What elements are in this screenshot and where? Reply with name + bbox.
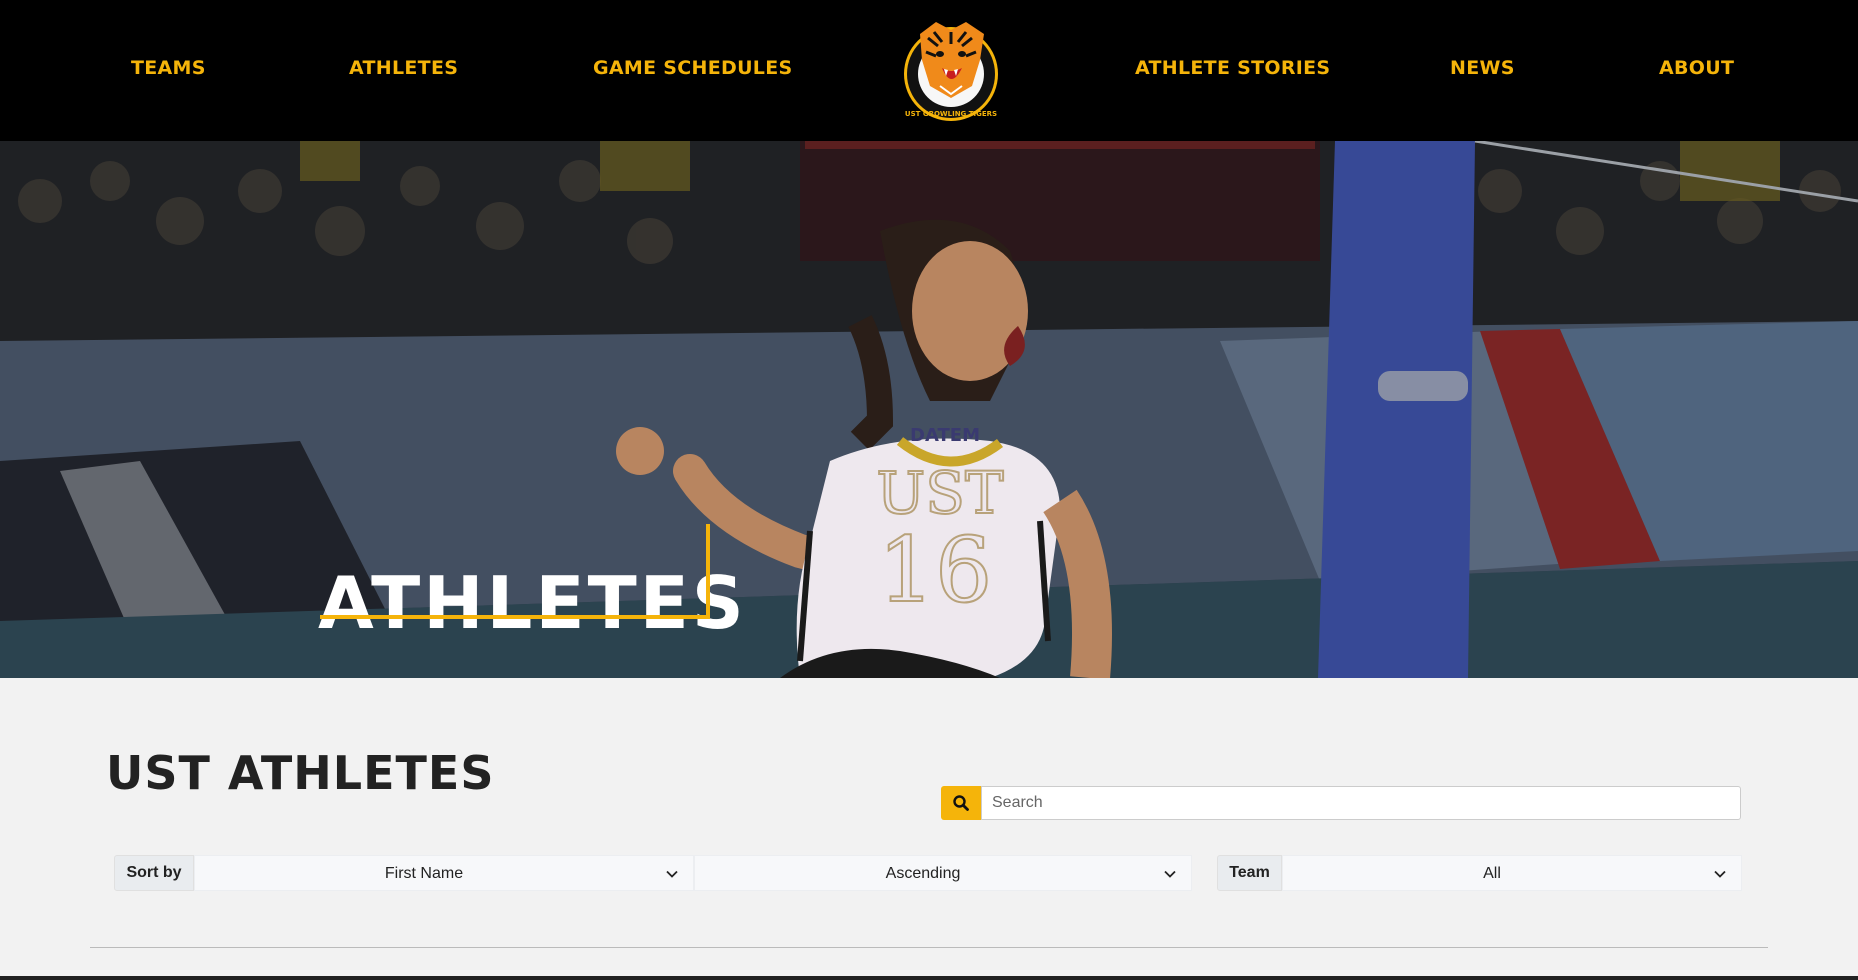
nav-link-teams[interactable]: TEAMS	[131, 57, 206, 79]
sort-field-select[interactable]: First Name	[194, 855, 694, 891]
team-label: Team	[1217, 855, 1282, 891]
sort-by-label: Sort by	[114, 855, 194, 891]
search-icon	[953, 795, 969, 811]
hero-title: ATHLETES	[318, 561, 747, 646]
search-button[interactable]	[941, 786, 981, 820]
chevron-down-icon	[1164, 870, 1176, 878]
nav-link-athletes[interactable]: ATHLETES	[349, 57, 458, 79]
team-select[interactable]: All	[1282, 855, 1742, 891]
hero-title-accent-bar	[706, 524, 710, 619]
sort-field-value: First Name	[384, 865, 464, 882]
tiger-logo-icon[interactable]: UST GROWLING TIGERS	[900, 16, 1002, 124]
jersey-sponsor: DATEM	[910, 425, 980, 446]
nav-link-athlete-stories[interactable]: ATHLETE STORIES	[1135, 57, 1330, 79]
team-value: All	[1483, 865, 1501, 882]
chevron-down-icon	[666, 870, 678, 878]
nav-link-news[interactable]: NEWS	[1450, 57, 1515, 79]
section-title: UST ATHLETES	[106, 746, 495, 801]
jersey-letters: UST	[876, 459, 1004, 527]
bottom-edge	[0, 976, 1858, 980]
top-navigation: TEAMS ATHLETES GAME SCHEDULES UST GROWLI…	[0, 0, 1858, 141]
chevron-down-icon	[1714, 870, 1726, 878]
sort-order-select[interactable]: Ascending	[694, 855, 1192, 891]
sort-order-value: Ascending	[885, 865, 961, 882]
hero-banner: DATEM UST 16 ATHLETES	[0, 141, 1858, 678]
jersey-number: 16	[878, 518, 993, 623]
hero-background-photo: DATEM UST 16	[0, 141, 1858, 678]
section-divider	[90, 947, 1768, 948]
nav-link-game-schedules[interactable]: GAME SCHEDULES	[593, 57, 792, 79]
search-input[interactable]	[981, 786, 1741, 820]
nav-link-about[interactable]: ABOUT	[1659, 57, 1734, 79]
logo-text: UST GROWLING TIGERS	[905, 110, 997, 118]
hero-title-underline	[320, 615, 710, 619]
